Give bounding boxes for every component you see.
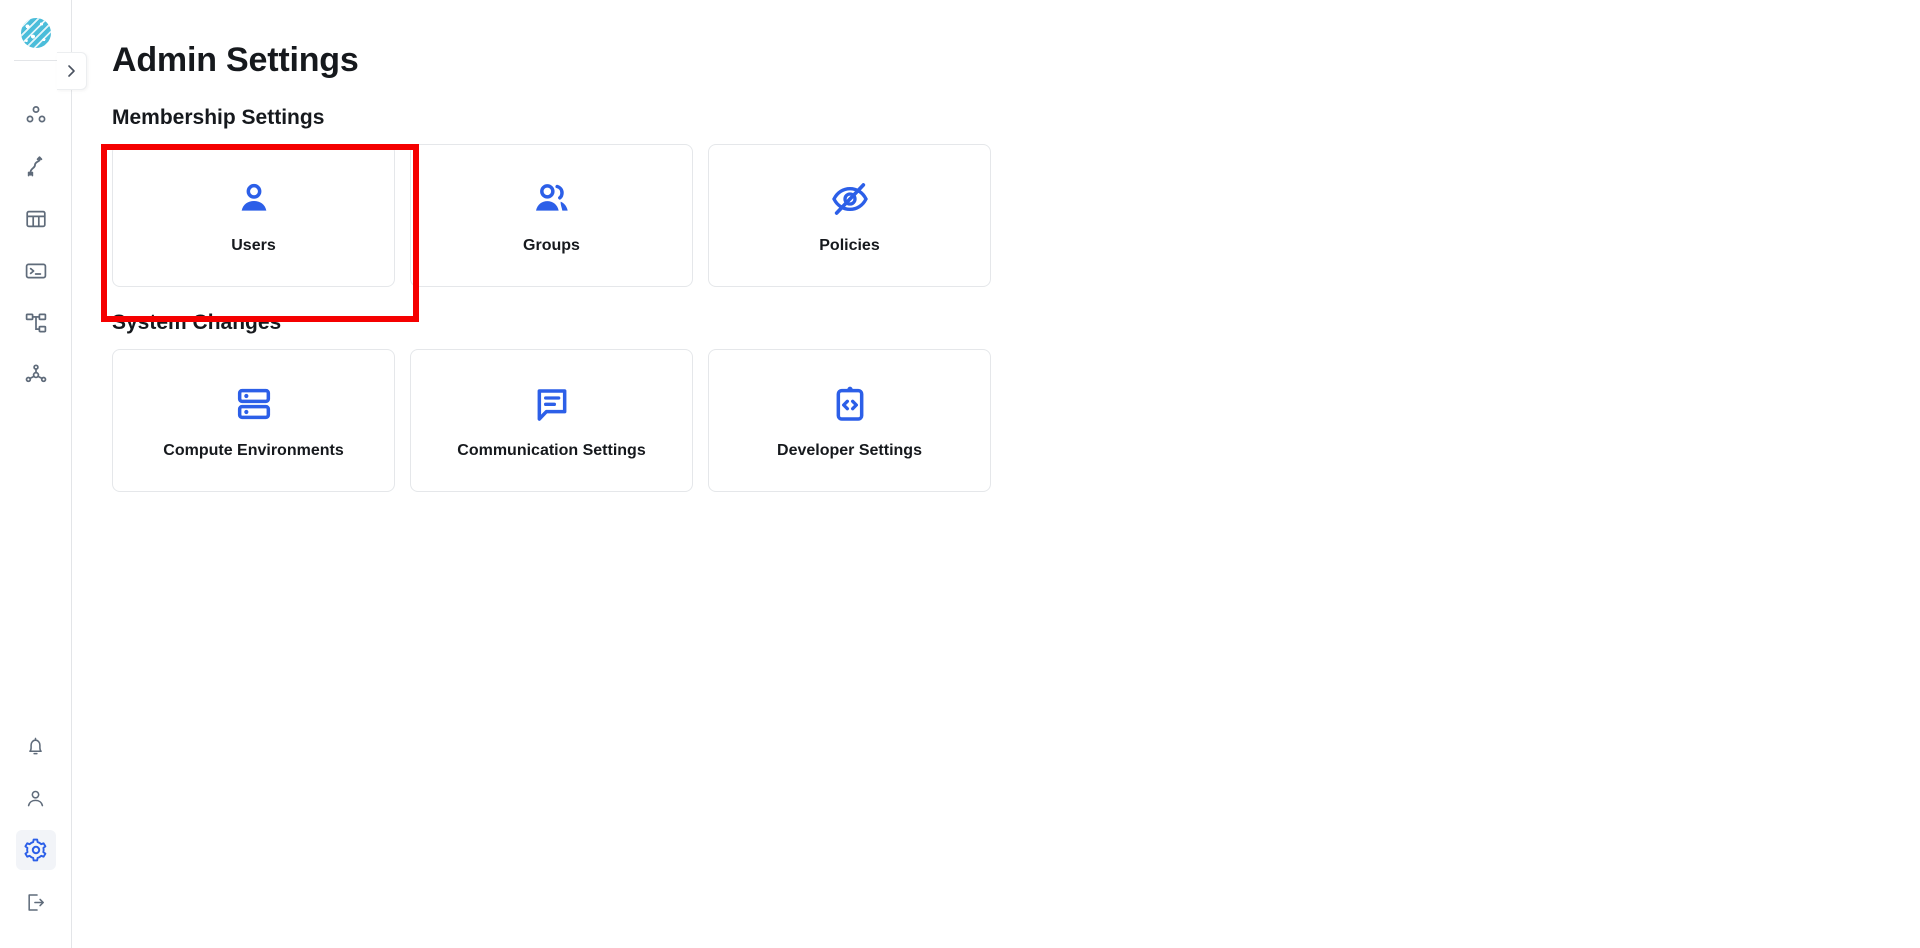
page-title: Admin Settings [112, 41, 359, 79]
section-title-system-changes: System Changes [112, 311, 282, 334]
card-policies[interactable]: Policies [708, 144, 991, 287]
sidebar-item-console[interactable] [16, 251, 56, 291]
sidebar-item-network[interactable] [16, 355, 56, 395]
data-nodes-icon [24, 103, 48, 127]
card-label-communication-settings: Communication Settings [457, 441, 646, 459]
sidebar-item-settings[interactable] [15, 830, 56, 870]
network-hub-icon [24, 363, 48, 387]
card-groups[interactable]: Groups [410, 144, 693, 287]
section-membership-settings: Membership Settings Users Groups Policie… [112, 104, 1920, 287]
card-label-users: Users [231, 236, 276, 254]
card-users[interactable]: Users [112, 144, 395, 287]
card-label-developer-settings: Developer Settings [777, 441, 922, 459]
eye-off-icon [827, 176, 873, 222]
person-icon [24, 787, 47, 810]
terminal-console-icon [24, 259, 48, 283]
sidebar-collapse-button[interactable] [57, 52, 87, 90]
main-content: Admin Settings Membership Settings Users [72, 0, 1920, 948]
gear-icon [23, 838, 48, 862]
app-root: Admin Settings Membership Settings Users [0, 0, 1920, 948]
logout-icon [24, 891, 47, 914]
sidebar-item-notifications[interactable] [16, 726, 56, 766]
chat-bubble-icon [529, 381, 575, 427]
sidebar-item-tables[interactable] [16, 199, 56, 239]
sidebar-item-data-nodes[interactable] [16, 95, 56, 135]
server-stack-icon [231, 381, 277, 427]
sidebar-secondary-nav [15, 720, 56, 928]
system-changes-card-row: Compute Environments Communication Setti… [112, 349, 1920, 492]
single-person-icon [231, 176, 277, 222]
sidebar-divider [13, 60, 58, 61]
hierarchy-tree-icon [24, 311, 48, 335]
card-developer-settings[interactable]: Developer Settings [708, 349, 991, 492]
sidebar-item-hierarchy[interactable] [16, 303, 56, 343]
card-label-compute-environments: Compute Environments [163, 441, 344, 459]
bell-icon [24, 735, 47, 758]
section-system-changes: System Changes Compute Environments Comm… [112, 309, 1920, 492]
card-label-groups: Groups [523, 236, 580, 254]
people-group-icon [529, 176, 575, 222]
table-grid-icon [24, 207, 48, 231]
card-communication-settings[interactable]: Communication Settings [410, 349, 693, 492]
card-compute-environments[interactable]: Compute Environments [112, 349, 395, 492]
sidebar-primary-nav [16, 89, 56, 401]
platform-logo-icon [20, 18, 51, 48]
membership-card-row: Users Groups Policies [112, 144, 1920, 287]
card-label-policies: Policies [819, 236, 880, 254]
pipeline-flow-icon [24, 155, 48, 179]
sidebar-item-pipelines[interactable] [16, 147, 56, 187]
left-sidebar [0, 0, 87, 948]
section-title-membership: Membership Settings [112, 106, 325, 129]
sidebar-item-profile[interactable] [16, 778, 56, 818]
sidebar-item-logout[interactable] [16, 882, 56, 922]
chevron-right-icon [65, 63, 78, 79]
clipboard-code-icon [827, 381, 873, 427]
